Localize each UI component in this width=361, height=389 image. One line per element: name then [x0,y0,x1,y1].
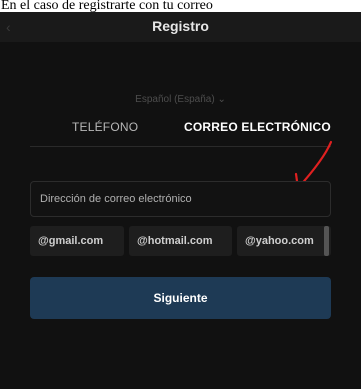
next-button[interactable]: Siguiente [30,277,331,319]
language-selector[interactable]: Español (España) ⌄ [0,94,361,105]
tab-email[interactable]: CORREO ELECTRÓNICO [184,120,331,134]
domain-suggestions: @gmail.com @hotmail.com @yahoo.com [30,226,331,256]
email-placeholder: Dirección de correo electrónico [40,193,192,205]
domain-chip-gmail[interactable]: @gmail.com [30,226,124,256]
tab-phone[interactable]: TELÉFONO [72,120,138,134]
app-header: ‹ Registro [0,12,361,42]
suggestions-scrollbar[interactable] [324,226,329,256]
domain-chip-yahoo[interactable]: @yahoo.com [237,226,331,256]
email-field[interactable]: Dirección de correo electrónico [30,181,331,217]
domain-chip-hotmail[interactable]: @hotmail.com [129,226,232,256]
caption-text: En el caso de registrarte con tu correo [0,0,361,12]
page-title: Registro [152,18,209,34]
registration-screen: En el caso de registrarte con tu correo … [0,0,361,389]
